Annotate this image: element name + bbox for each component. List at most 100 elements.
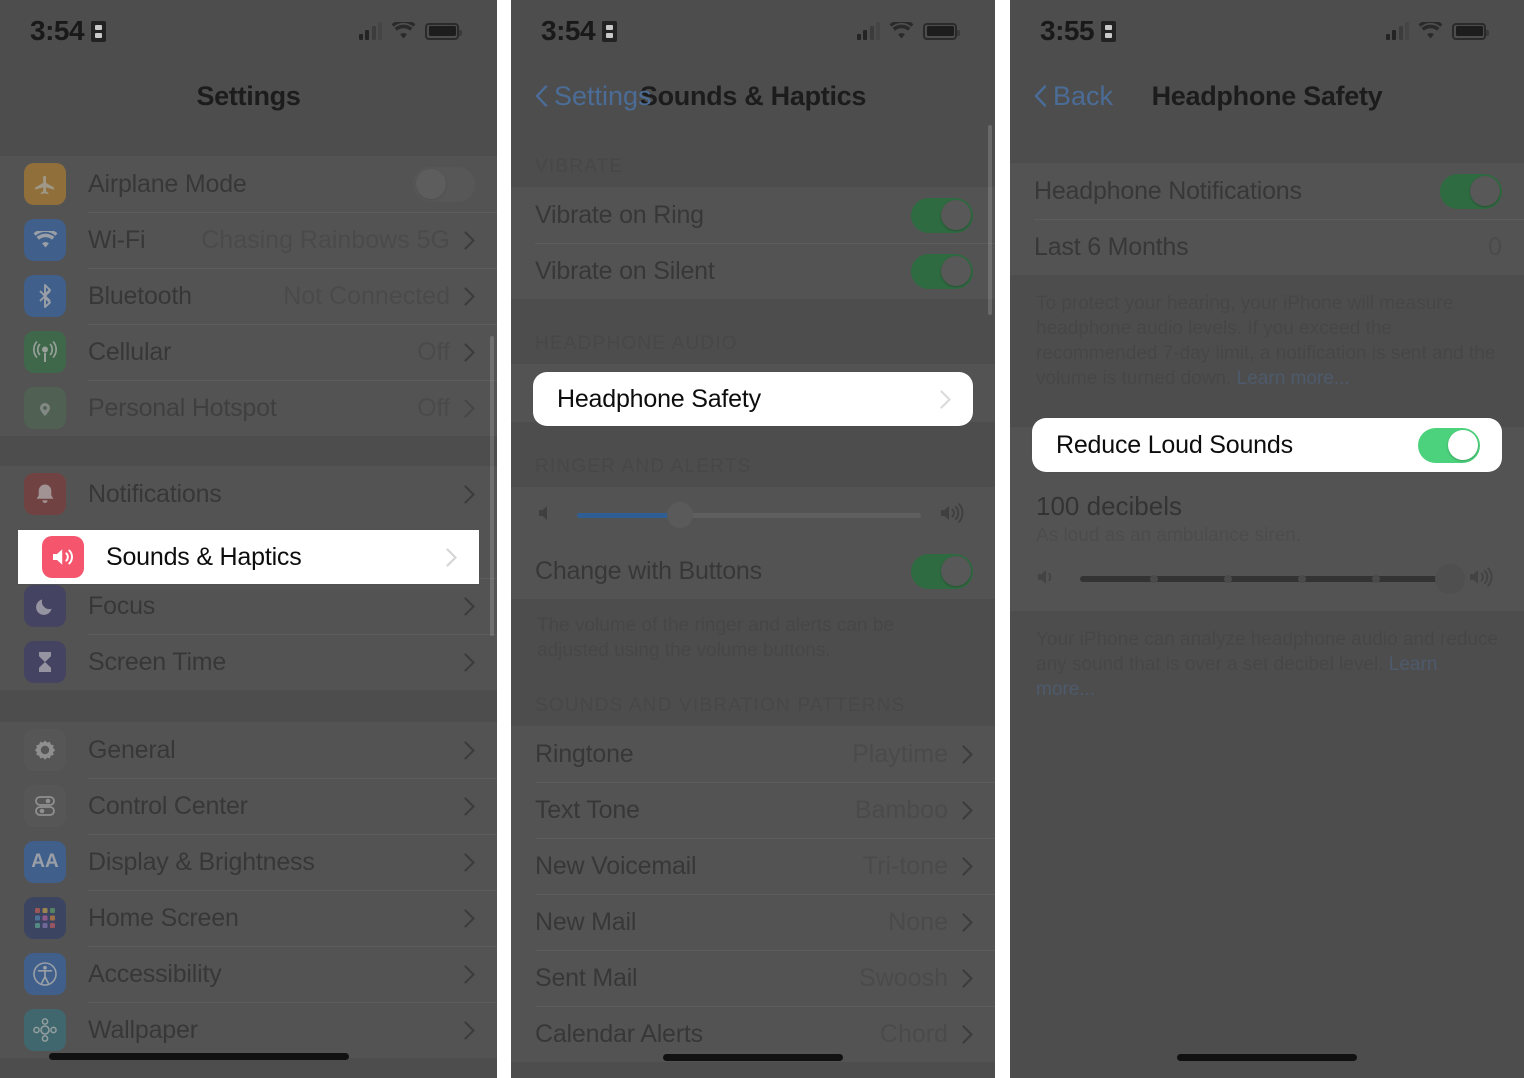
chevron-right-icon [962, 800, 973, 820]
row-text-tone[interactable]: Text Tone Bamboo [511, 782, 995, 838]
row-vibrate-on-ring[interactable]: Vibrate on Ring [511, 187, 995, 243]
status-bar: 3:54 [511, 0, 995, 62]
sidebar-item-general[interactable]: General [0, 722, 497, 778]
row-label: Headphone Safety [557, 384, 761, 413]
headphone-notifications-footnote: To protect your hearing, your iPhone wil… [1010, 275, 1524, 397]
row-headphone-safety[interactable]: Headphone Safety [533, 372, 973, 426]
sidebar-item-notifications[interactable]: Notifications [0, 466, 497, 522]
sidebar-item-control-center[interactable]: Control Center [0, 778, 497, 834]
focus-moon-icon [24, 585, 66, 627]
sidebar-item-personal-hotspot[interactable]: Personal Hotspot Off [0, 380, 497, 436]
sidebar-item-label: Focus [88, 591, 156, 620]
ringer-volume-slider-row[interactable] [511, 487, 995, 543]
battery-icon [1452, 22, 1489, 40]
change-with-buttons-toggle[interactable] [911, 553, 973, 589]
sidebar-item-cellular[interactable]: Cellular Off [0, 324, 497, 380]
status-time: 3:54 [541, 15, 596, 46]
sidebar-item-label: Screen Time [88, 647, 227, 676]
sidebar-item-accessibility[interactable]: Accessibility [0, 946, 497, 1002]
lock-icon [602, 20, 618, 42]
chevron-right-icon [962, 1024, 973, 1044]
sound-patterns-group: Ringtone Playtime Text Tone Bamboo New V… [511, 726, 995, 1062]
row-headphone-notifications[interactable]: Headphone Notifications [1010, 163, 1524, 219]
row-value: Chord [879, 1019, 948, 1048]
chevron-right-icon [962, 912, 973, 932]
speaker-low-icon [1036, 567, 1062, 592]
row-reduce-loud-sounds[interactable]: Reduce Loud Sounds [1032, 418, 1502, 472]
headphone-safety-scroll-area[interactable]: Headphone Notifications Last 6 Months 0 … [1010, 163, 1524, 1078]
speaker-low-icon [537, 503, 559, 528]
row-label: Vibrate on Ring [535, 200, 704, 229]
chevron-right-icon [464, 596, 475, 616]
decibel-slider-row[interactable] [1010, 547, 1524, 611]
sidebar-item-label: Home Screen [88, 903, 239, 932]
wifi-icon [1418, 22, 1443, 40]
back-button[interactable]: Settings [535, 81, 652, 112]
sidebar-item-screen-time[interactable]: Screen Time [0, 634, 497, 690]
ringer-volume-track[interactable] [577, 502, 921, 528]
row-new-mail[interactable]: New Mail None [511, 894, 995, 950]
home-indicator [663, 1054, 843, 1061]
row-label: Headphone Notifications [1034, 176, 1302, 205]
back-button[interactable]: Back [1034, 81, 1113, 112]
three-panel-screenshot: 3:54 Settings Airplane Mode Wi-Fi Chasin… [0, 0, 1524, 1078]
chevron-right-icon [464, 1020, 475, 1040]
status-bar-right [1385, 22, 1489, 40]
sidebar-item-label: Wallpaper [88, 1015, 198, 1044]
bluetooth-icon [24, 275, 66, 317]
chevron-right-icon [464, 342, 475, 362]
sidebar-item-bluetooth[interactable]: Bluetooth Not Connected [0, 268, 497, 324]
row-label: New Mail [535, 907, 637, 936]
sidebar-item-label: Bluetooth [88, 281, 192, 310]
headphone-notifications-toggle[interactable] [1440, 173, 1502, 209]
chevron-right-icon [464, 796, 475, 816]
sidebar-item-display-brightness[interactable]: AA Display & Brightness [0, 834, 497, 890]
chevron-right-icon [464, 652, 475, 672]
hotspot-icon [24, 387, 66, 429]
section-header-vibrate: VIBRATE [535, 156, 624, 177]
scrollbar[interactable] [988, 125, 992, 315]
row-value: Tri-tone [862, 851, 948, 880]
speaker-high-icon [1468, 566, 1498, 593]
sidebar-item-sounds-haptics[interactable]: Sounds & Haptics [18, 530, 479, 584]
vibrate-on-ring-toggle[interactable] [911, 197, 973, 233]
sidebar-item-wallpaper[interactable]: Wallpaper [0, 1002, 497, 1058]
row-change-with-buttons[interactable]: Change with Buttons [511, 543, 995, 599]
back-button-label: Back [1053, 80, 1114, 111]
reduce-loud-sounds-toggle[interactable] [1418, 427, 1480, 463]
row-ringtone[interactable]: Ringtone Playtime [511, 726, 995, 782]
sounds-haptics-icon [42, 536, 84, 578]
settings-scroll-area[interactable]: Airplane Mode Wi-Fi Chasing Rainbows 5G … [0, 156, 497, 1078]
airplane-mode-toggle[interactable] [413, 166, 475, 202]
sidebar-item-home-screen[interactable]: Home Screen [0, 890, 497, 946]
nav-bar: Back Headphone Safety [1010, 62, 1524, 130]
row-sent-mail[interactable]: Sent Mail Swoosh [511, 950, 995, 1006]
cellular-signal-icon [358, 22, 382, 40]
status-bar: 3:54 [0, 0, 497, 62]
airplane-icon [24, 163, 66, 205]
scrollbar[interactable] [490, 336, 494, 636]
row-label: New Voicemail [535, 851, 697, 880]
section-header-ringer-and-alerts: RINGER AND ALERTS [535, 456, 752, 477]
settings-group-connectivity: Airplane Mode Wi-Fi Chasing Rainbows 5G … [0, 156, 497, 436]
learn-more-link[interactable]: Learn more... [1237, 368, 1350, 389]
row-new-voicemail[interactable]: New Voicemail Tri-tone [511, 838, 995, 894]
vibrate-group: Vibrate on Ring Vibrate on Silent [511, 187, 995, 299]
sidebar-item-focus[interactable]: Focus [0, 578, 497, 634]
vibrate-on-silent-toggle[interactable] [911, 253, 973, 289]
lock-icon [91, 20, 107, 42]
cellular-signal-icon [856, 22, 880, 40]
sidebar-item-airplane-mode[interactable]: Airplane Mode [0, 156, 497, 212]
decibel-track[interactable] [1080, 564, 1465, 594]
chevron-right-icon [446, 547, 457, 567]
panel-sounds-haptics: 3:54 Settings Sounds & Haptics VIBRATE V… [511, 0, 995, 1078]
sidebar-item-wifi[interactable]: Wi-Fi Chasing Rainbows 5G [0, 212, 497, 268]
sounds-scroll-area[interactable]: VIBRATE Vibrate on Ring Vibrate on Silen… [511, 125, 995, 1078]
bluetooth-status-value: Not Connected [283, 281, 450, 310]
sidebar-item-label: Personal Hotspot [88, 393, 277, 422]
chevron-right-icon [940, 389, 951, 409]
row-vibrate-on-silent[interactable]: Vibrate on Silent [511, 243, 995, 299]
status-bar-right [358, 22, 462, 40]
chevron-right-icon [464, 740, 475, 760]
wallpaper-icon [24, 1009, 66, 1051]
